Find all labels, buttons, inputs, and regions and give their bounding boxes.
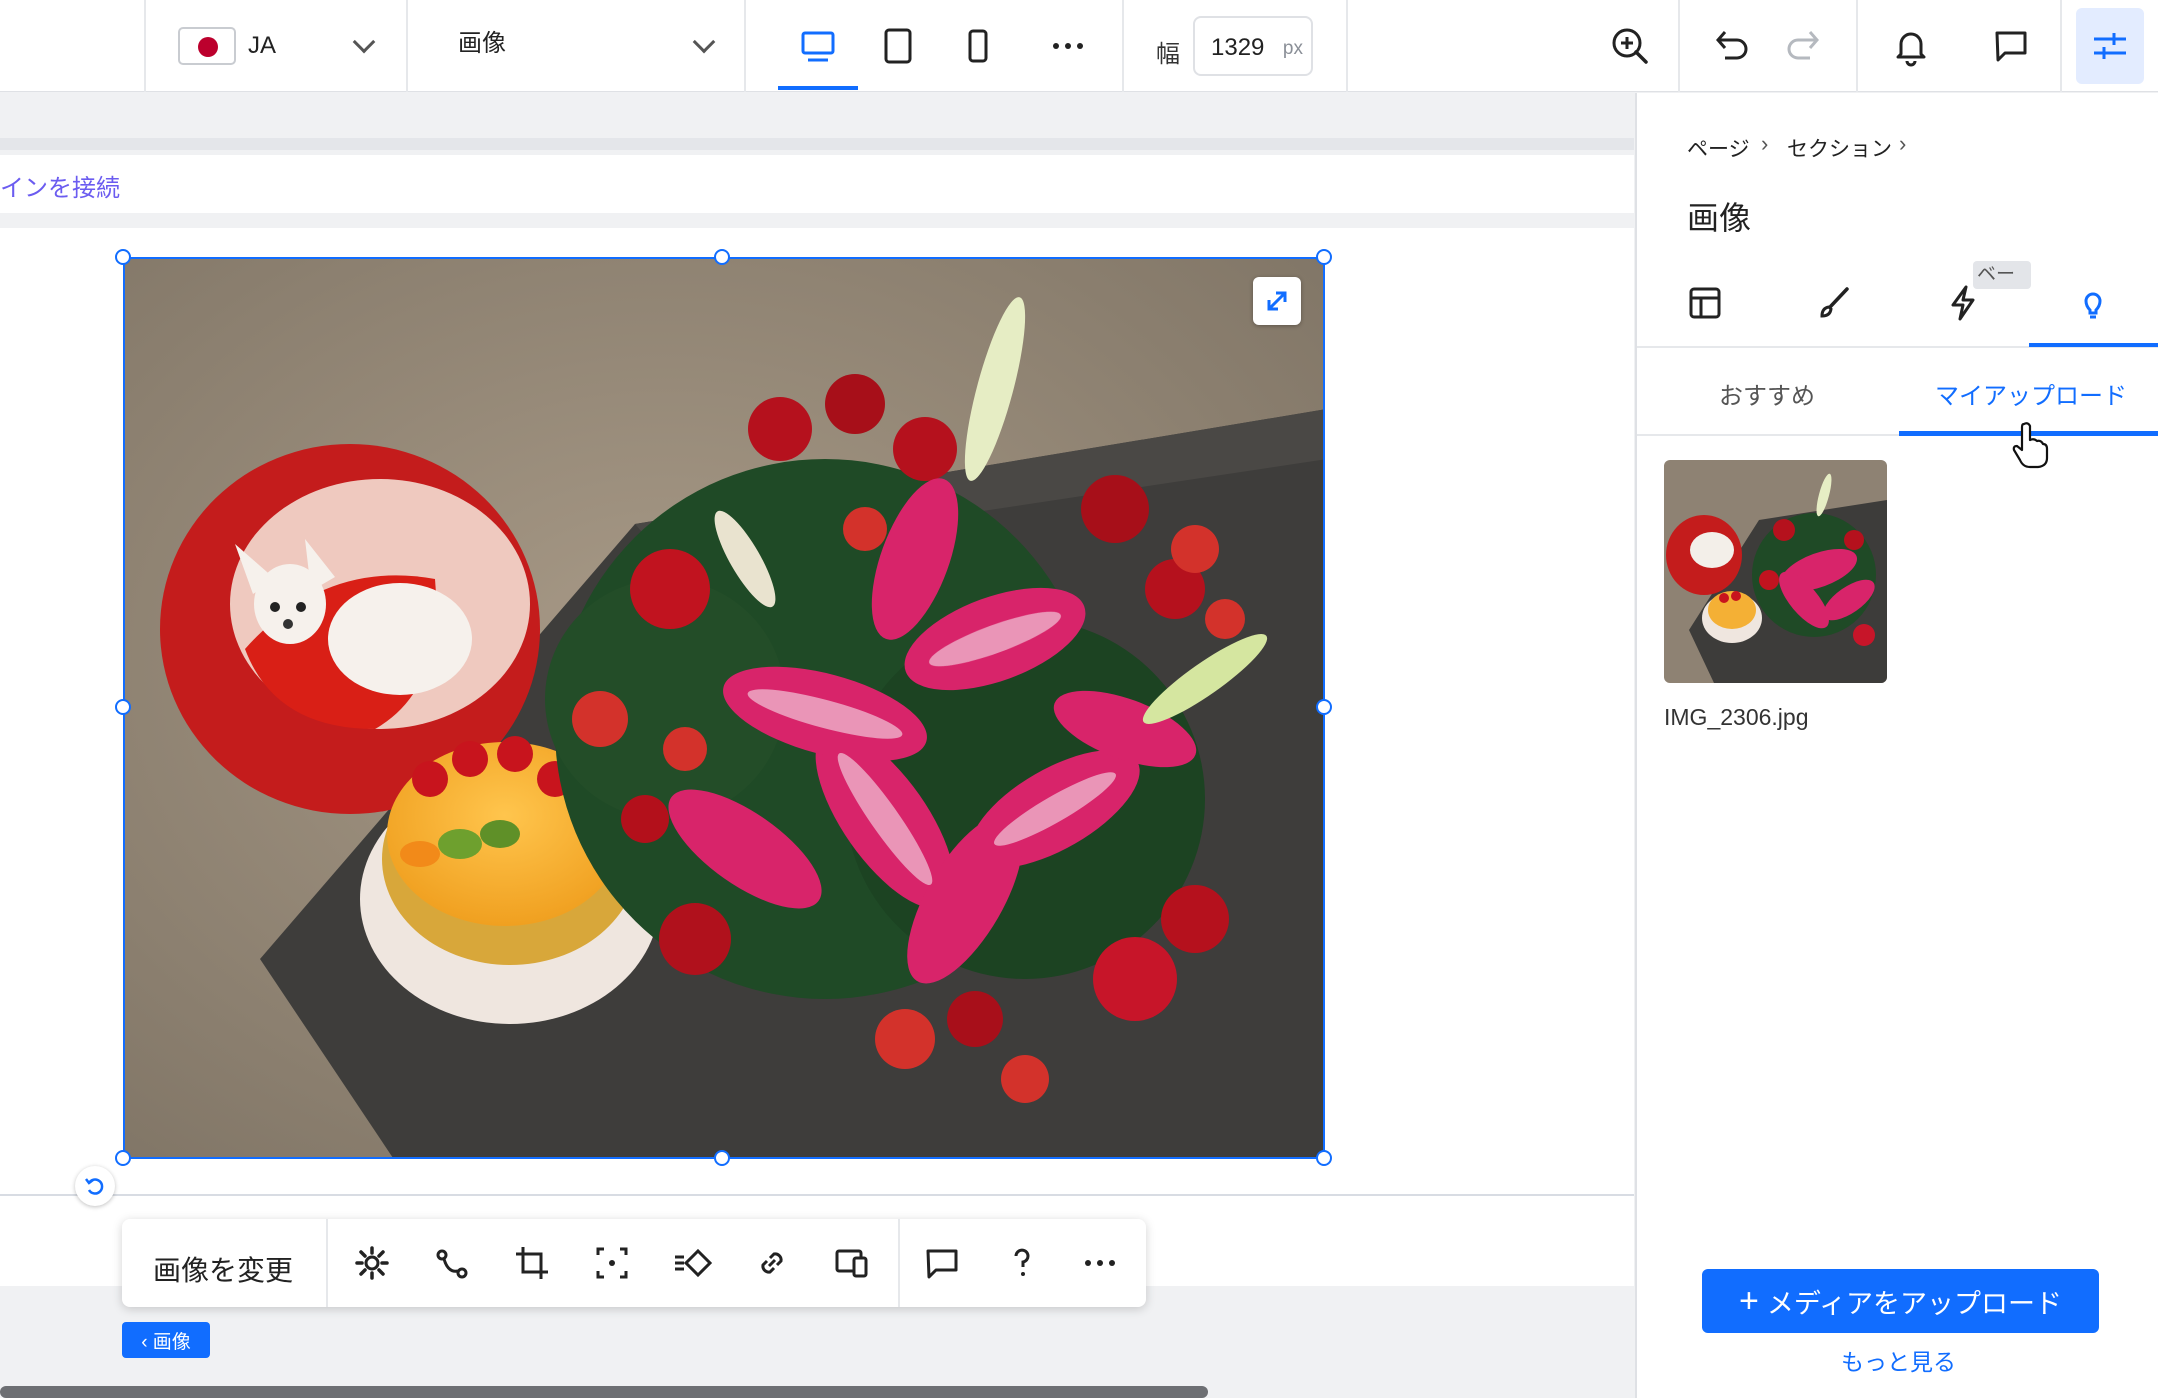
editor-window: JA 画像 幅 1329 px インを接続 画像を変更 ‹ 画像 ページ › セ…	[0, 0, 2158, 1398]
resize-handle-right[interactable]	[1316, 699, 1332, 715]
breadcrumb-section[interactable]: セクション	[1787, 133, 1892, 163]
width-value: 1329	[1211, 34, 1265, 61]
page-selector[interactable]: 画像	[408, 0, 744, 92]
inspector-settings-icon[interactable]	[2082, 18, 2138, 74]
link-icon[interactable]	[744, 1235, 800, 1291]
active-panel-tab-indicator	[2029, 343, 2158, 347]
resize-handle-left[interactable]	[115, 699, 131, 715]
beta-badge: ベータ	[1973, 261, 2031, 289]
crop-icon[interactable]	[504, 1235, 560, 1291]
japan-flag-icon	[178, 27, 236, 65]
page-select-value: 画像	[458, 30, 506, 57]
width-input[interactable]: 1329 px	[1193, 16, 1313, 76]
desktop-view-icon[interactable]	[790, 18, 846, 74]
section-divider	[0, 1194, 1634, 1196]
divider	[1122, 0, 1124, 92]
canvas-strip	[0, 138, 1634, 150]
mobile-view-icon[interactable]	[950, 18, 1006, 74]
selected-image[interactable]	[123, 257, 1325, 1159]
chevron-down-icon	[352, 30, 376, 54]
divider	[2060, 0, 2062, 92]
divider	[898, 1219, 900, 1307]
breadcrumb-page[interactable]: ページ	[1687, 133, 1750, 163]
photo-birthday-flowers	[125, 259, 1323, 1157]
comments-icon[interactable]	[1983, 18, 2039, 74]
responsive-devices-icon[interactable]	[824, 1235, 880, 1291]
rotate-icon[interactable]	[75, 1166, 115, 1206]
tablet-view-icon[interactable]	[870, 18, 926, 74]
resize-handle-bottom[interactable]	[714, 1150, 730, 1166]
subtab-my-uploads[interactable]: マイアップロード	[1935, 376, 2127, 411]
panel-title: 画像	[1687, 200, 1752, 236]
resize-handle-top[interactable]	[714, 249, 730, 265]
settings-gear-icon[interactable]	[344, 1235, 400, 1291]
notifications-bell-icon[interactable]	[1883, 18, 1939, 74]
divider	[744, 0, 746, 92]
animation-icon[interactable]	[664, 1235, 720, 1291]
design-brush-icon[interactable]	[1806, 275, 1862, 331]
editor-canvas[interactable]: メインを接続	[0, 93, 1634, 1398]
layout-icon[interactable]	[1677, 275, 1733, 331]
focal-point-icon[interactable]	[584, 1235, 640, 1291]
uploaded-image-thumbnail[interactable]	[1664, 460, 1887, 683]
redo-icon[interactable]	[1776, 18, 1832, 74]
resize-handle-top-left[interactable]	[115, 249, 131, 265]
zoom-in-icon[interactable]	[1602, 18, 1658, 74]
width-unit: px	[1282, 38, 1303, 59]
divider	[1346, 0, 1348, 92]
element-type-tag[interactable]: ‹ 画像	[122, 1322, 210, 1358]
divider	[144, 0, 146, 92]
resize-handle-bottom-left[interactable]	[115, 1150, 131, 1166]
plus-icon: +	[1739, 1282, 1759, 1320]
hand-pointer-cursor-icon	[2010, 420, 2050, 470]
divider	[1856, 0, 1858, 92]
connect-domain-link[interactable]: メインを接続	[0, 168, 120, 203]
comment-icon[interactable]	[914, 1235, 970, 1291]
divider	[326, 1219, 328, 1307]
upload-media-label: メディアをアップロード	[1766, 1288, 2062, 1319]
divider	[1678, 0, 1680, 92]
help-icon[interactable]	[994, 1235, 1050, 1291]
domain-banner	[0, 155, 1634, 213]
expand-icon[interactable]	[1253, 277, 1301, 325]
upload-media-button[interactable]: + メディアをアップロード	[1702, 1269, 2099, 1333]
animation-path-icon[interactable]	[424, 1235, 480, 1291]
resize-handle-top-right[interactable]	[1316, 249, 1332, 265]
more-actions-icon[interactable]	[1072, 1235, 1128, 1291]
uploaded-file-name: IMG_2306.jpg	[1664, 704, 1809, 730]
resize-handle-bottom-right[interactable]	[1316, 1150, 1332, 1166]
width-label: 幅	[1156, 41, 1180, 68]
chevron-down-icon	[692, 30, 716, 54]
see-more-link[interactable]: もっと見る	[1637, 1343, 2158, 1377]
image-floating-toolbar: 画像を変更	[122, 1219, 1146, 1307]
active-device-indicator	[778, 86, 858, 90]
inspector-panel: ページ › セクション › 画像 ベータ おすすめ マイアップロード	[1635, 93, 2158, 1398]
language-code: JA	[248, 32, 277, 59]
breadcrumb-chevron-icon: ›	[1761, 131, 1769, 156]
undo-icon[interactable]	[1703, 18, 1759, 74]
top-toolbar: JA 画像 幅 1329 px	[0, 0, 2158, 92]
horizontal-scrollbar[interactable]	[0, 1386, 1208, 1398]
breadcrumb-chevron-icon: ›	[1899, 131, 1907, 156]
language-selector[interactable]: JA	[160, 0, 406, 92]
change-image-button[interactable]: 画像を変更	[153, 1249, 293, 1289]
more-devices-icon[interactable]	[1040, 18, 1096, 74]
inspiration-lightbulb-icon[interactable]	[2065, 275, 2121, 331]
subtab-recommended[interactable]: おすすめ	[1719, 376, 1815, 411]
